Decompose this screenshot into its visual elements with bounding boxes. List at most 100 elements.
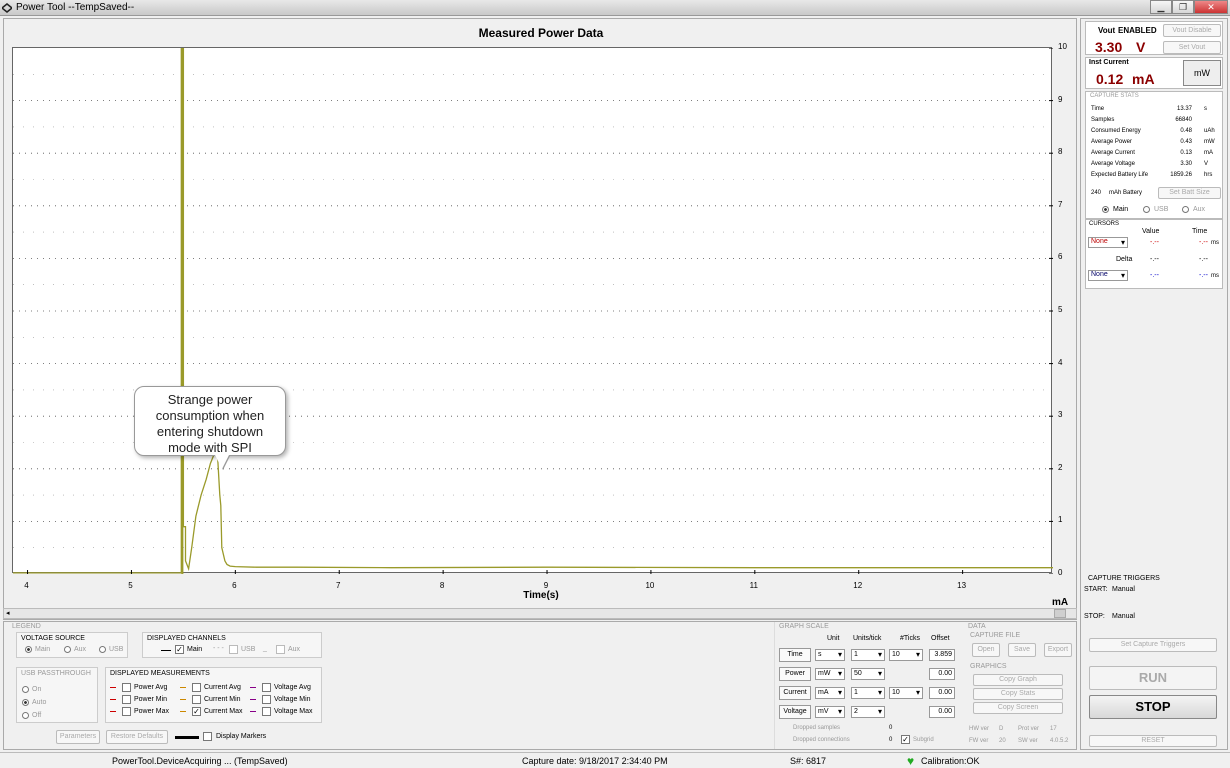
scale-row-label[interactable]: Time bbox=[779, 648, 811, 662]
copy-graph-button[interactable]: Copy Graph bbox=[973, 674, 1063, 686]
start-trigger-value: Manual bbox=[1112, 586, 1135, 593]
scale-units-per-tick-select[interactable]: 1 bbox=[851, 649, 885, 661]
sw-ver-label: SW ver bbox=[1018, 738, 1038, 744]
y-tick-label: 6 bbox=[1058, 252, 1063, 262]
up-off-radio[interactable] bbox=[22, 712, 29, 719]
stop-button[interactable]: STOP bbox=[1089, 695, 1217, 719]
scale-offset-input[interactable]: 0.00 bbox=[929, 706, 955, 718]
y-axis-unit-label: mA bbox=[1052, 597, 1069, 608]
up-auto-radio[interactable] bbox=[22, 699, 29, 706]
measure-checkbox[interactable] bbox=[262, 707, 271, 716]
scrollbar-thumb[interactable] bbox=[1054, 609, 1066, 618]
y-tick-label: 0 bbox=[1058, 568, 1063, 577]
source-main-radio[interactable] bbox=[1102, 206, 1109, 213]
set-batt-size-button[interactable]: Set Batt Size bbox=[1158, 187, 1221, 199]
y-tick-label: 2 bbox=[1058, 462, 1063, 472]
stat-name: Consumed Energy bbox=[1091, 128, 1141, 134]
stat-unit: hrs bbox=[1204, 172, 1213, 178]
vout-label: Vout bbox=[1098, 26, 1116, 35]
vs-aux-radio[interactable] bbox=[64, 646, 71, 653]
scale-units-per-tick-select[interactable]: 1 bbox=[851, 687, 885, 699]
set-vout-button[interactable]: Set Vout bbox=[1163, 41, 1221, 54]
measure-checkbox[interactable] bbox=[262, 695, 271, 704]
restore-defaults-button[interactable]: Restore Defaults bbox=[106, 730, 168, 744]
reset-button[interactable]: RESET bbox=[1089, 735, 1217, 747]
maximize-button[interactable]: ❐ bbox=[1172, 0, 1194, 14]
measure-checkbox[interactable] bbox=[122, 683, 131, 692]
display-markers-checkbox[interactable] bbox=[203, 732, 212, 741]
scale-unit-select[interactable]: s bbox=[815, 649, 845, 661]
battery-value: 240 bbox=[1091, 190, 1102, 196]
scroll-left-icon[interactable]: ◂ bbox=[6, 609, 10, 617]
scale-offset-input[interactable]: 0.00 bbox=[929, 668, 955, 680]
plot-area[interactable] bbox=[12, 47, 1053, 574]
measure-checkbox[interactable] bbox=[192, 683, 201, 692]
displayed-measurements-label: DISPLAYED MEASUREMENTS bbox=[110, 670, 210, 677]
vs-usb-radio[interactable] bbox=[99, 646, 106, 653]
vout-state: ENABLED bbox=[1118, 26, 1157, 35]
vs-main-label: Main bbox=[35, 646, 51, 653]
minimize-button[interactable]: ▁ bbox=[1150, 0, 1172, 14]
measure-checkbox[interactable]: ✓ bbox=[192, 707, 201, 716]
measure-label: Power Avg bbox=[134, 684, 168, 691]
calibration-status: Calibration:OK bbox=[921, 756, 980, 766]
measure-label: Voltage Max bbox=[274, 708, 313, 715]
scale-unit-select[interactable]: mA bbox=[815, 687, 845, 699]
copy-stats-button[interactable]: Copy Stats bbox=[973, 688, 1063, 700]
measure-checkbox[interactable] bbox=[192, 695, 201, 704]
subgrid-checkbox[interactable]: ✓ bbox=[901, 735, 910, 744]
scale-offset-input[interactable]: 3.859 bbox=[929, 649, 955, 661]
close-button[interactable]: ✕ bbox=[1194, 0, 1228, 14]
marker-swatch bbox=[175, 736, 199, 739]
set-capture-triggers-button[interactable]: Set Capture Triggers bbox=[1089, 638, 1217, 652]
vout-disable-button[interactable]: Vout Disable bbox=[1163, 24, 1221, 37]
measure-checkbox[interactable] bbox=[122, 707, 131, 716]
delta-time: -.-- bbox=[1199, 256, 1208, 263]
scale-row-label[interactable]: Current bbox=[779, 686, 811, 700]
stop-trigger-value: Manual bbox=[1112, 613, 1135, 620]
x-tick-label: 5 bbox=[128, 581, 133, 590]
scale-ticks-select[interactable]: 10 bbox=[889, 687, 923, 699]
mw-toggle-button[interactable]: mW bbox=[1183, 60, 1221, 86]
vout-unit: V bbox=[1136, 39, 1146, 55]
measure-label: Voltage Avg bbox=[274, 684, 311, 691]
run-button[interactable]: RUN bbox=[1089, 666, 1217, 690]
scale-units-per-tick-select[interactable]: 50 bbox=[851, 668, 885, 680]
save-button[interactable]: Save bbox=[1008, 643, 1036, 657]
scale-row-label[interactable]: Voltage bbox=[779, 705, 811, 719]
copy-screen-button[interactable]: Copy Screen bbox=[973, 702, 1063, 714]
usb-passthrough-label: USB PASSTHROUGH bbox=[21, 670, 91, 677]
aux-line-swatch: _ bbox=[263, 645, 267, 652]
vout-value: 3.30 bbox=[1095, 39, 1123, 55]
scale-units-per-tick-select[interactable]: 2 bbox=[851, 706, 885, 718]
up-on-radio[interactable] bbox=[22, 686, 29, 693]
vs-main-radio[interactable] bbox=[25, 646, 32, 653]
ch-usb-checkbox[interactable] bbox=[229, 645, 238, 654]
parameters-button[interactable]: Parameters bbox=[56, 730, 100, 744]
scale-unit-select[interactable]: mV bbox=[815, 706, 845, 718]
ch-aux-checkbox[interactable] bbox=[276, 645, 285, 654]
horizontal-scrollbar[interactable]: ◂ bbox=[3, 608, 1077, 619]
cursor-time-header: Time bbox=[1192, 228, 1208, 235]
source-usb-radio[interactable] bbox=[1143, 206, 1150, 213]
measure-swatch bbox=[110, 699, 116, 700]
cursor1-select[interactable]: None bbox=[1088, 237, 1128, 248]
cursors-box: CURSORS Value Time None -.-- -.-- ms Del… bbox=[1085, 219, 1223, 289]
ch-main-checkbox[interactable]: ✓ bbox=[175, 645, 184, 654]
scale-unit-select[interactable]: mW bbox=[815, 668, 845, 680]
measure-checkbox[interactable] bbox=[262, 683, 271, 692]
scale-row-label[interactable]: Power bbox=[779, 667, 811, 681]
measure-checkbox[interactable] bbox=[122, 695, 131, 704]
scale-offset-input[interactable]: 0.00 bbox=[929, 687, 955, 699]
open-button[interactable]: Open bbox=[972, 643, 1000, 657]
cursor2-select[interactable]: None bbox=[1088, 270, 1128, 281]
usb-line-swatch: - - - bbox=[213, 645, 224, 652]
source-aux-radio[interactable] bbox=[1182, 206, 1189, 213]
y-tick-label: 8 bbox=[1058, 147, 1063, 157]
chart-title: Measured Power Data bbox=[478, 26, 604, 40]
y-tick-label: 7 bbox=[1058, 199, 1063, 209]
stat-name: Expected Battery Life bbox=[1091, 172, 1149, 178]
export-button[interactable]: Export bbox=[1044, 643, 1072, 657]
scale-ticks-select[interactable]: 10 bbox=[889, 649, 923, 661]
stat-name: Average Current bbox=[1091, 150, 1135, 156]
